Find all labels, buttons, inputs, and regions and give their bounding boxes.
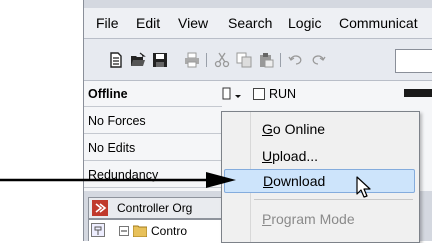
mode-dropdown-icon[interactable] (222, 87, 244, 101)
menu-item-program-mode-label: rogram Mode (271, 211, 355, 227)
print-icon[interactable] (184, 52, 200, 68)
toolbar-separator (280, 53, 281, 67)
mnemonic-p: P (262, 211, 272, 227)
edits-status: No Edits (84, 135, 222, 161)
undo-icon[interactable] (288, 52, 304, 68)
menu-item-download[interactable]: Download (224, 169, 415, 193)
forces-status: No Forces (84, 108, 222, 134)
menu-view[interactable]: View (178, 15, 208, 31)
save-icon[interactable] (152, 52, 168, 68)
annotation-arrow-icon (0, 172, 236, 188)
tree-collapse-icon[interactable] (119, 226, 129, 236)
menu-item-download-label: ownload (273, 173, 326, 189)
redo-icon[interactable] (310, 52, 326, 68)
run-status-row: RUN (222, 81, 412, 107)
organizer-tree: Contro (88, 219, 230, 241)
folder-icon (133, 225, 147, 237)
toolbar-search-field[interactable] (395, 49, 432, 73)
organizer-icon[interactable] (92, 200, 108, 216)
menu-file[interactable]: File (96, 15, 119, 31)
menu-edit[interactable]: Edit (136, 15, 160, 31)
menu-item-program-mode: Program Mode (224, 207, 415, 231)
menu-logic[interactable]: Logic (288, 15, 321, 31)
paste-icon[interactable] (258, 52, 274, 68)
mouse-cursor-icon (356, 176, 371, 198)
mode-status: Offline (84, 81, 222, 107)
status-indicator-bar (404, 89, 432, 97)
menu-communications[interactable]: Communicat (339, 15, 418, 31)
mnemonic-g: G (262, 121, 273, 137)
toolbar-separator (206, 53, 207, 67)
tree-item-controller[interactable]: Contro (151, 224, 187, 238)
mnemonic-u: U (262, 148, 273, 164)
cut-icon[interactable] (214, 52, 230, 68)
mnemonic-d: D (263, 173, 274, 189)
run-label: RUN (269, 87, 297, 101)
menu-item-go-online[interactable]: Go Online (224, 117, 415, 141)
run-checkbox[interactable] (253, 88, 265, 100)
menu-item-upload[interactable]: Upload... (224, 144, 415, 168)
context-menu: Go Online Upload... Download Program Mod… (221, 111, 420, 243)
copy-icon[interactable] (236, 52, 252, 68)
pin-icon[interactable] (91, 223, 105, 237)
organizer-title-bar: Controller Org (88, 197, 230, 219)
menu-bar: File Edit View Search Logic Communicat (84, 8, 432, 39)
toolbar (84, 39, 432, 81)
new-file-icon[interactable] (108, 52, 124, 68)
organizer-title: Controller Org (117, 201, 193, 215)
menu-item-go-online-label: o Online (272, 121, 326, 137)
menu-item-upload-label: pload... (272, 148, 319, 164)
menu-separator (254, 199, 413, 200)
menu-search[interactable]: Search (228, 15, 272, 31)
open-folder-icon[interactable] (130, 52, 146, 68)
